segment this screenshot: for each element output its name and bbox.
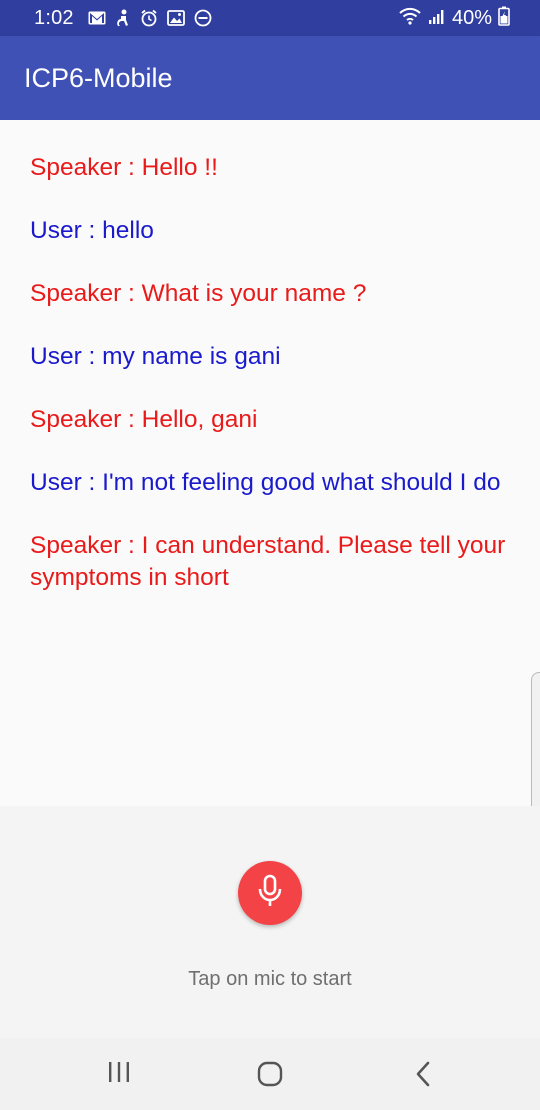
status-time: 1:02 xyxy=(34,6,74,29)
gmail-icon xyxy=(88,11,106,25)
user-message: User : my name is gani xyxy=(30,343,281,370)
do-not-disturb-icon xyxy=(194,9,212,27)
microphone-icon xyxy=(256,874,284,913)
recent-apps-icon xyxy=(106,1060,132,1089)
navigation-bar xyxy=(0,1038,540,1110)
signal-icon xyxy=(428,7,446,30)
mic-panel: Tap on mic to start xyxy=(0,806,540,1038)
status-bar: 1:02 40% xyxy=(0,0,540,36)
mic-button[interactable] xyxy=(238,861,302,925)
home-icon xyxy=(256,1060,284,1093)
status-left: 1:02 xyxy=(34,7,212,30)
home-button[interactable] xyxy=(256,1060,284,1093)
accessibility-icon xyxy=(115,9,131,27)
notification-icons xyxy=(88,9,212,27)
wifi-icon xyxy=(398,7,422,30)
app-title: ICP6-Mobile xyxy=(24,62,173,93)
battery-icon xyxy=(498,6,510,31)
speaker-message: Speaker : Hello, gani xyxy=(30,406,258,433)
back-button[interactable] xyxy=(410,1060,436,1093)
user-message: User : hello xyxy=(30,217,154,244)
speaker-message: Speaker : I can understand. Please tell … xyxy=(30,532,506,591)
user-message: User : I'm not feeling good what should … xyxy=(30,469,501,496)
screen: 1:02 40% ICP6-Mobile Speaker: Hello !! … xyxy=(0,0,540,1110)
battery-level: 40% xyxy=(451,6,492,29)
recent-apps-button[interactable] xyxy=(106,1060,132,1089)
status-right: 40% xyxy=(398,6,510,31)
alarm-icon xyxy=(140,9,158,27)
mic-hint: Tap on mic to start xyxy=(188,968,352,990)
speaker-message: Speaker : Hello !! xyxy=(30,154,218,181)
app-bar: ICP6-Mobile xyxy=(0,36,540,120)
back-icon xyxy=(410,1060,436,1093)
speaker-message: Speaker : What is your name ? xyxy=(30,280,367,307)
conversation-log: Speaker : Hello !! User : hello Speaker … xyxy=(0,120,540,806)
gallery-icon xyxy=(166,10,185,26)
